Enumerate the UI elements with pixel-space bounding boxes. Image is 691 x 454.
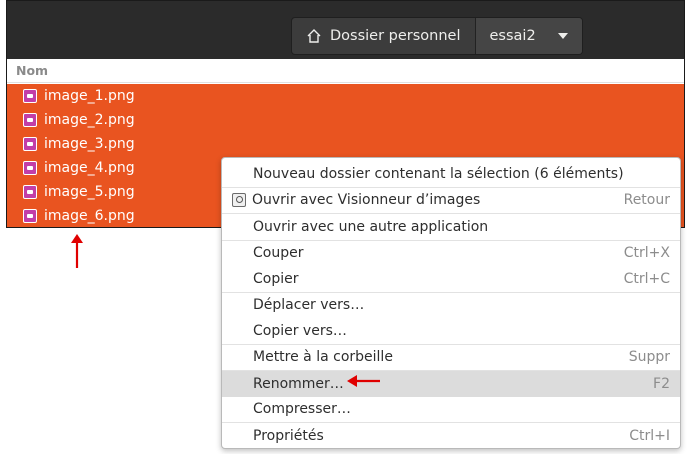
menu-item-properties[interactable]: Propriétés Ctrl+I	[222, 423, 680, 449]
home-icon	[306, 28, 322, 44]
file-row[interactable]: image_1.png	[7, 84, 684, 108]
column-header-name[interactable]: Nom	[7, 59, 684, 83]
menu-item-copy-to[interactable]: Copier vers…	[222, 318, 680, 344]
image-file-icon	[23, 89, 37, 103]
menu-item-label: Ouvrir avec une autre application	[253, 218, 489, 235]
image-file-icon	[23, 137, 37, 151]
path-bar: Dossier personnel essai2	[291, 17, 583, 55]
image-viewer-icon	[232, 193, 246, 208]
context-menu: Nouveau dossier contenant la sélection (…	[221, 157, 681, 449]
image-file-icon	[23, 185, 37, 199]
menu-item-cut[interactable]: Couper Ctrl+X	[222, 241, 680, 267]
file-name: image_3.png	[44, 136, 135, 152]
file-name: image_6.png	[44, 208, 135, 224]
menu-item-accelerator: Ctrl+C	[623, 270, 670, 287]
menu-item-new-folder-with-selection[interactable]: Nouveau dossier contenant la sélection (…	[222, 161, 680, 187]
menu-item-accelerator: F2	[653, 375, 670, 392]
menu-item-label: Renommer…	[253, 375, 344, 392]
image-file-icon	[23, 161, 37, 175]
menu-item-label: Nouveau dossier contenant la sélection (…	[253, 165, 624, 182]
file-name: image_1.png	[44, 88, 135, 104]
menu-item-open-with-viewer[interactable]: Ouvrir avec Visionneur d’images Retour	[222, 188, 680, 214]
file-name: image_4.png	[44, 160, 135, 176]
menu-item-accelerator: Ctrl+I	[629, 427, 670, 444]
image-file-icon	[23, 209, 37, 223]
path-crumb-current[interactable]: essai2	[474, 18, 582, 54]
menu-item-compress[interactable]: Compresser…	[222, 397, 680, 423]
menu-item-accelerator: Retour	[623, 192, 670, 209]
file-name: image_5.png	[44, 184, 135, 200]
menu-item-open-with-other[interactable]: Ouvrir avec une autre application	[222, 214, 680, 240]
image-file-icon	[23, 113, 37, 127]
path-crumb-home-label: Dossier personnel	[330, 28, 461, 44]
menu-item-trash[interactable]: Mettre à la corbeille Suppr	[222, 345, 680, 371]
menu-item-copy[interactable]: Copier Ctrl+C	[222, 266, 680, 292]
menu-item-label: Mettre à la corbeille	[253, 349, 393, 366]
menu-item-label-group: Ouvrir avec Visionneur d’images	[232, 192, 480, 208]
file-row[interactable]: image_2.png	[7, 108, 684, 132]
file-row[interactable]: image_3.png	[7, 132, 684, 156]
left-arrow-icon	[347, 375, 380, 387]
chevron-down-icon[interactable]	[557, 33, 568, 39]
header-bar: Dossier personnel essai2	[7, 1, 684, 59]
menu-item-label: Copier	[253, 270, 299, 287]
path-crumb-current-label: essai2	[489, 28, 536, 44]
menu-item-move-to[interactable]: Déplacer vers…	[222, 293, 680, 319]
menu-item-accelerator: Ctrl+X	[623, 245, 670, 262]
path-crumb-home[interactable]: Dossier personnel	[292, 18, 475, 54]
menu-item-label: Propriétés	[253, 427, 324, 444]
menu-item-label: Copier vers…	[253, 322, 347, 339]
menu-item-rename[interactable]: Renommer… F2	[222, 371, 680, 397]
up-arrow-icon	[71, 234, 83, 268]
file-name: image_2.png	[44, 112, 135, 128]
menu-item-label: Couper	[253, 245, 304, 262]
menu-item-label: Compresser…	[253, 401, 351, 418]
menu-item-label: Déplacer vers…	[253, 297, 365, 314]
menu-item-accelerator: Suppr	[628, 349, 670, 366]
menu-item-label: Ouvrir avec Visionneur d’images	[252, 192, 481, 209]
